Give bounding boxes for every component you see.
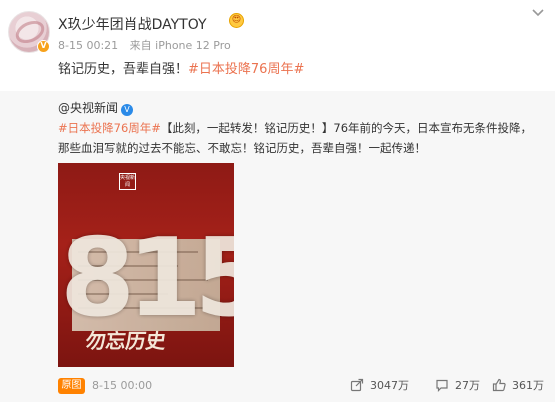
post-text: 铭记历史，吾辈自强！#日本投降76周年# [58,58,304,77]
source-badge[interactable]: 原图 [58,378,85,394]
repost-date[interactable]: 8-15 00:00 [92,379,152,392]
chevron-down-icon[interactable] [530,6,546,20]
comment-count: 27万 [455,379,480,392]
post-hashtag[interactable]: #日本投降76周年# [188,62,304,77]
post-text-body: 铭记历史，吾辈自强！ [58,62,189,77]
verified-badge-icon: V [37,40,50,53]
poster-slogan: 勿忘历史 [84,329,168,353]
share-count: 3047万 [370,379,409,392]
post-meta: 8-15 00:21 来自 iPhone 12 Pro [58,37,239,53]
share-icon [350,378,364,392]
action-bar: 原图 8-15 00:00 3047万 27万 361万 [0,374,555,402]
post-source: 来自 iPhone 12 Pro [129,39,231,52]
comment-button[interactable]: 27万 [435,377,480,393]
cctv-news-logo: 央视新闻 [119,173,136,190]
poster-image[interactable]: 815 央视新闻 勿忘历史 [58,163,234,367]
repost-user: @央视新闻 V [58,99,134,116]
poster-big-number: 815 [60,216,234,341]
like-count: 361万 [512,379,544,392]
blue-verified-icon: V [121,104,134,116]
like-button[interactable]: 361万 [492,377,544,393]
fan-badge-icon[interactable]: 😍 [229,13,244,28]
post-user-name[interactable]: X玖少年团肖战DAYTOY [58,14,207,34]
repost-text: #日本投降76周年#【此刻，一起转发！铭记历史！】76年前的今天，日本宣布无条件… [58,118,543,158]
share-button[interactable]: 3047万 [350,377,409,393]
repost-card[interactable]: @央视新闻 V #日本投降76周年#【此刻，一起转发！铭记历史！】76年前的今天，… [0,91,555,402]
post-time[interactable]: 8-15 00:21 [58,39,118,52]
comment-icon [436,379,448,392]
thumbs-up-icon [492,378,506,392]
repost-hashtag[interactable]: #日本投降76周年# [58,121,161,135]
repost-user-name[interactable]: @央视新闻 [58,101,118,115]
